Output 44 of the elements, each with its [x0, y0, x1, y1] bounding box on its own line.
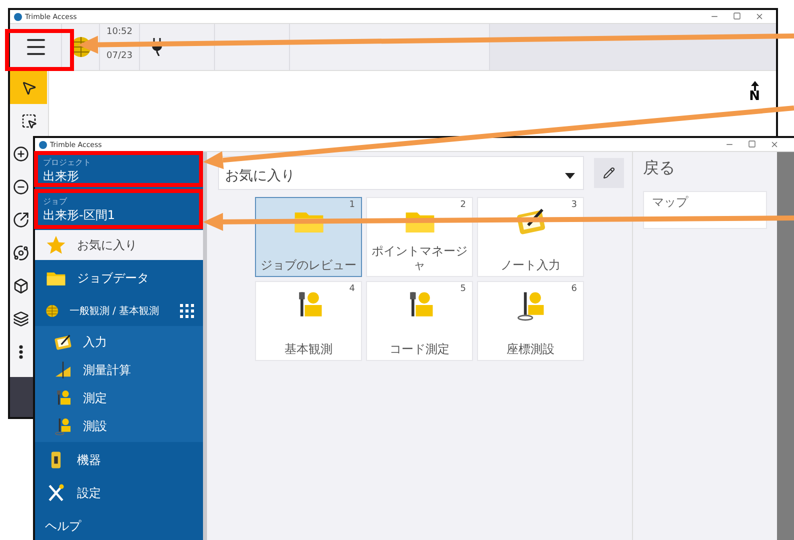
star-icon: [45, 234, 67, 256]
project-name: 出来形: [43, 168, 80, 185]
north-arrow-icon: [750, 81, 759, 91]
more-icon: [19, 344, 23, 358]
box-select-icon: [20, 112, 36, 128]
plug-icon: [152, 38, 162, 56]
zoom-in-icon: [13, 146, 29, 162]
layers-icon: [13, 310, 29, 326]
favorites-dropdown[interactable]: お気に入り: [218, 156, 584, 190]
date-text: 07/23: [106, 51, 132, 62]
pointer-icon: [20, 80, 36, 96]
caret-icon: [565, 173, 576, 179]
favorite-tile[interactable]: 6 座標測設: [477, 281, 584, 361]
grid-icon[interactable]: [179, 303, 195, 319]
close-icon[interactable]: [770, 140, 779, 149]
edit-button[interactable]: [594, 158, 624, 188]
back-title[interactable]: 戻る: [643, 158, 767, 179]
pencil-icon: [603, 167, 616, 179]
app-logo-icon: [14, 12, 22, 20]
favorite-tile[interactable]: 1 ジョブのレビュー: [255, 197, 362, 277]
app-logo-icon: [39, 140, 47, 148]
favorite-tile[interactable]: 5 コード測定: [366, 281, 473, 361]
project-label: プロジェクト: [43, 157, 92, 168]
ruler-icon: [53, 360, 73, 380]
highlight-frame: [5, 29, 74, 71]
maximize-icon[interactable]: [748, 140, 756, 148]
pointer-tool[interactable]: [10, 71, 47, 104]
cube-icon: [13, 278, 29, 294]
maximize-icon[interactable]: [733, 12, 741, 20]
notepad-icon: [53, 332, 73, 352]
favorite-tile[interactable]: 4 基本観測: [255, 281, 362, 361]
orbit-icon: [13, 244, 29, 260]
scrollbar[interactable]: [203, 152, 207, 540]
close-icon[interactable]: [755, 12, 764, 21]
stakeout-icon: [53, 416, 73, 436]
north-label: N: [749, 91, 760, 103]
job-label: ジョブ: [43, 196, 68, 207]
zoom-extents-icon: [13, 212, 29, 228]
favorite-tile[interactable]: 3 ノート入力: [477, 197, 584, 277]
time-text: 10:52: [106, 27, 132, 38]
favorite-tile[interactable]: 2 ポイントマネージャ: [366, 197, 473, 277]
zoom-out-icon: [13, 178, 29, 194]
job-name: 出来形-区間1: [43, 207, 116, 224]
nav-item[interactable]: お気に入り: [35, 230, 203, 260]
